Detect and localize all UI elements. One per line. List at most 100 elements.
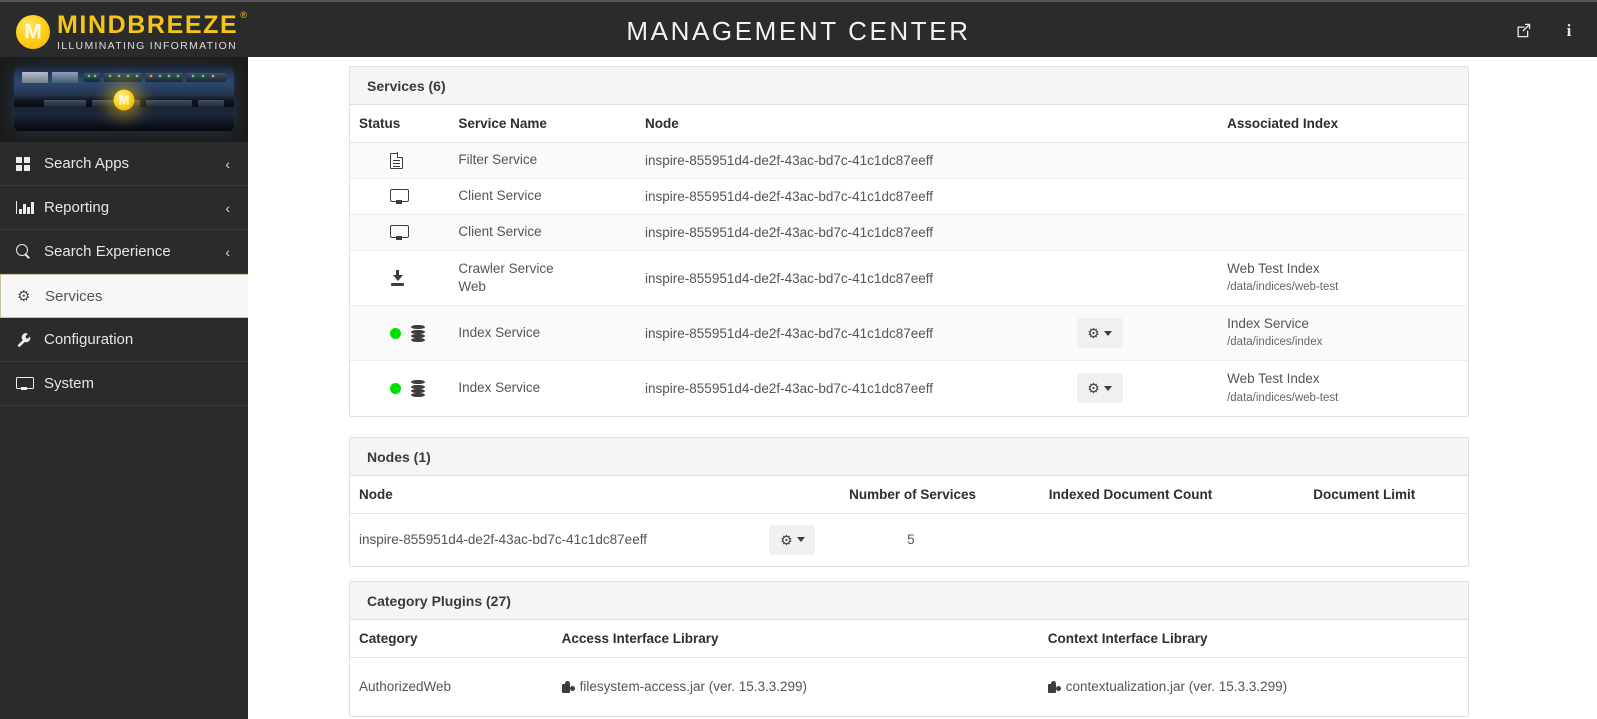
cell-actions (1076, 142, 1228, 179)
category-plugins-table: Category Access Interface Library Contex… (350, 620, 1468, 716)
index-path: /data/indices/web-test (1227, 281, 1339, 294)
sidebar-item-label: System (44, 375, 95, 392)
gear-icon: ⚙ (1087, 380, 1100, 397)
cell-associated-index (1227, 142, 1468, 179)
status-badge-online (390, 382, 401, 394)
index-path: /data/indices/index (1227, 336, 1323, 349)
table-row[interactable]: Index Service inspire-855951d4-de2f-43ac… (350, 361, 1468, 416)
service-name-primary: Crawler Service (458, 260, 554, 276)
brand-logo[interactable]: MINDBREEZE® ILLUMINATING INFORMATION (16, 10, 247, 52)
appliance-logo-icon (113, 89, 135, 110)
sidebar-item-search-apps[interactable]: Search Apps ‹ (0, 142, 248, 186)
column-header-node: Node (645, 105, 1077, 143)
services-table-header-row: Status Service Name Node Associated Inde… (350, 105, 1468, 143)
cell-service-name: Index Service (458, 305, 646, 361)
status-badge-online (390, 327, 401, 339)
cell-indexed-document-count (1049, 514, 1313, 566)
cell-service-name: Filter Service (458, 142, 646, 179)
appliance-illustration (14, 68, 234, 131)
cell-actions (1076, 178, 1228, 215)
cell-node: inspire-855951d4-de2f-43ac-bd7c-41c1dc87… (645, 214, 1077, 251)
cell-actions: ⚙ (1076, 305, 1228, 361)
cell-status (350, 305, 459, 361)
cell-number-of-services: 5 (907, 532, 915, 548)
cell-status (350, 142, 459, 179)
desktop-icon (390, 189, 409, 204)
index-path: /data/indices/web-test (1227, 391, 1339, 404)
service-name-secondary: Web (458, 279, 486, 294)
database-icon (411, 380, 425, 398)
table-row[interactable]: AuthorizedWeb filesystem-access.jar (ver… (350, 658, 1468, 716)
file-icon (390, 152, 404, 169)
cell-associated-index (1227, 214, 1468, 251)
row-settings-dropdown-button[interactable]: ⚙ (1076, 318, 1123, 348)
sidebar-item-label: Configuration (44, 331, 134, 348)
sidebar-item-label: Services (45, 287, 103, 305)
brand-tagline: ILLUMINATING INFORMATION (57, 39, 238, 52)
cell-service-name: Crawler Service Web (458, 250, 646, 306)
sidebar-hero-image (0, 57, 248, 142)
column-header-document-limit: Document Limit (1313, 476, 1468, 514)
services-table: Status Service Name Node Associated Inde… (350, 105, 1468, 416)
info-icon[interactable]: i (1559, 21, 1579, 41)
column-header-service-name: Service Name (458, 105, 646, 143)
monitor-icon (16, 377, 38, 390)
context-library-label: contextualization.jar (ver. 15.3.3.299) (1065, 679, 1288, 695)
column-header-status: Status (350, 105, 459, 143)
cell-context-interface-library: contextualization.jar (ver. 15.3.3.299) (1047, 658, 1468, 716)
services-panel-title: Services (6) (350, 67, 1468, 105)
chart-icon (16, 201, 38, 214)
node-settings-dropdown-button[interactable]: ⚙ (769, 524, 816, 555)
row-settings-dropdown-button[interactable]: ⚙ (1076, 373, 1123, 404)
nodes-table: Node Number of Services Indexed Document… (350, 476, 1468, 566)
table-row[interactable]: Filter Service inspire-855951d4-de2f-43a… (350, 142, 1468, 179)
chevron-left-icon[interactable]: ‹ (225, 200, 230, 216)
column-header-node: Node (350, 476, 770, 514)
services-panel: Services (6) Status Service Name Node As… (349, 66, 1469, 417)
cell-document-limit (1313, 514, 1468, 566)
plugin-icon (1047, 681, 1061, 694)
caret-down-icon (1103, 330, 1112, 336)
caret-down-icon (1103, 385, 1112, 391)
nodes-panel-title: Nodes (1) (350, 438, 1468, 476)
category-plugins-panel: Category Plugins (27) Category Access In… (349, 581, 1469, 717)
desktop-icon (390, 225, 409, 240)
column-header-access-interface-library: Access Interface Library (561, 620, 1048, 658)
gear-icon: ⚙ (17, 287, 31, 305)
sidebar-item-label: Search Apps (44, 155, 130, 172)
table-row[interactable]: inspire-855951d4-de2f-43ac-bd7c-41c1dc87… (350, 514, 1468, 566)
table-row[interactable]: Client Service inspire-855951d4-de2f-43a… (350, 178, 1468, 215)
index-name: Index Service (1227, 315, 1309, 331)
main-content: Services (6) Status Service Name Node As… (248, 57, 1597, 719)
chevron-left-icon[interactable]: ‹ (225, 244, 230, 260)
mindbreeze-m-icon (16, 15, 50, 49)
cell-actions (1076, 250, 1228, 306)
caret-down-icon (796, 537, 805, 543)
cell-service-name: Client Service (458, 178, 646, 215)
table-row[interactable]: Crawler Service Web inspire-855951d4-de2… (350, 250, 1468, 306)
external-link-icon[interactable] (1513, 21, 1533, 41)
top-bar: MINDBREEZE® ILLUMINATING INFORMATION MAN… (0, 0, 1597, 57)
nodes-panel: Nodes (1) Node Number of Services Indexe… (349, 437, 1469, 567)
cell-associated-index: Web Test Index /data/indices/web-test (1227, 250, 1468, 306)
sidebar-item-search-experience[interactable]: Search Experience ‹ (0, 230, 248, 274)
cell-actions (1076, 214, 1228, 251)
access-library-label: filesystem-access.jar (ver. 15.3.3.299) (579, 679, 808, 695)
sidebar-item-configuration[interactable]: Configuration (0, 318, 248, 362)
table-row[interactable]: Index Service inspire-855951d4-de2f-43ac… (350, 305, 1468, 361)
brand-word-text: MINDBREEZE (57, 11, 239, 39)
cell-node: inspire-855951d4-de2f-43ac-bd7c-41c1dc87… (645, 250, 1077, 306)
sidebar-item-label: Search Experience (44, 243, 171, 260)
sidebar-item-services[interactable]: ⚙ Services (0, 274, 248, 318)
column-header-indexed-document-count: Indexed Document Count (1048, 476, 1314, 514)
sidebar-item-reporting[interactable]: Reporting ‹ (0, 186, 248, 230)
table-row[interactable]: Client Service inspire-855951d4-de2f-43a… (350, 214, 1468, 251)
sidebar-item-system[interactable]: System (0, 362, 248, 406)
column-header-actions (1076, 105, 1228, 143)
brand-word: MINDBREEZE ® (57, 10, 247, 39)
column-header-context-interface-library: Context Interface Library (1047, 620, 1468, 658)
database-icon (411, 325, 425, 342)
chevron-left-icon[interactable]: ‹ (225, 156, 230, 172)
download-icon (390, 270, 405, 286)
cell-associated-index (1227, 178, 1468, 215)
